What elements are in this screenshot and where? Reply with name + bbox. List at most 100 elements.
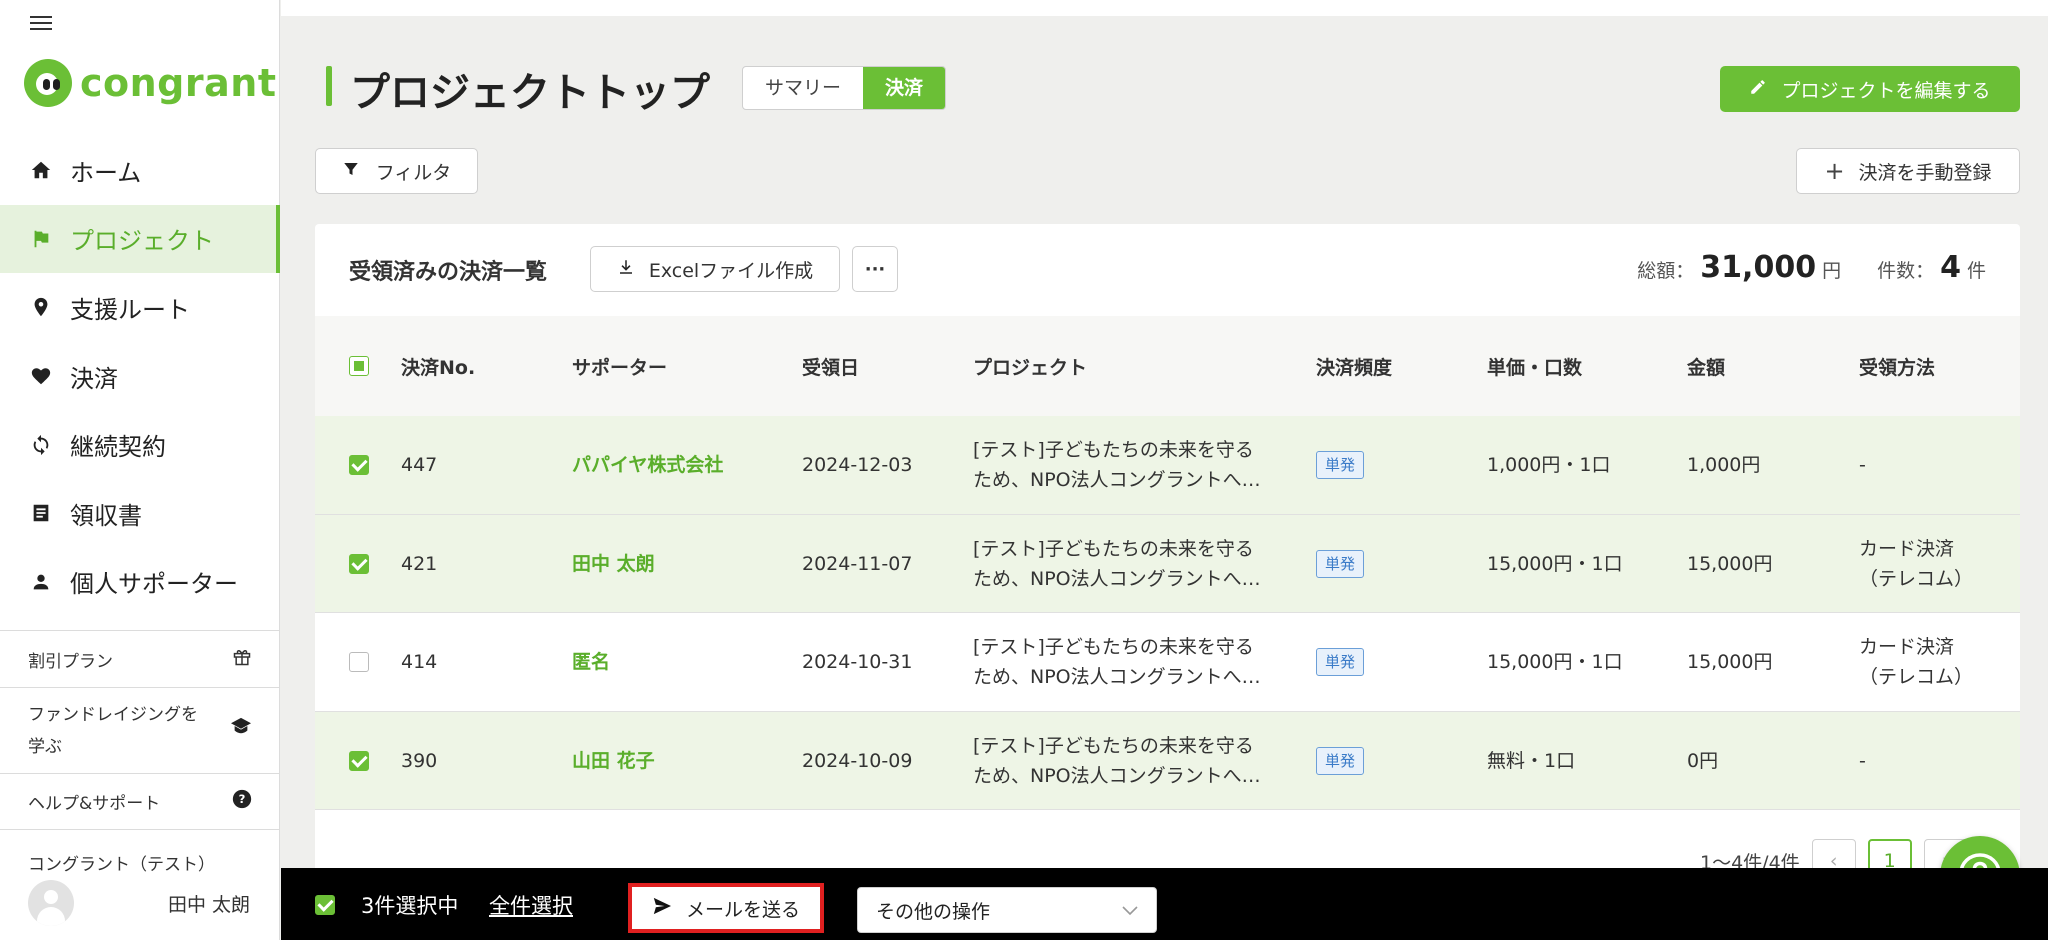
- person-icon: [30, 571, 52, 593]
- column-header-method[interactable]: 受領方法: [1859, 316, 1935, 416]
- column-header-supporter[interactable]: サポーター: [572, 316, 667, 416]
- payment-no: 447: [401, 454, 438, 477]
- select-all-checkbox[interactable]: [349, 356, 369, 376]
- count-value: 4: [1940, 250, 1961, 285]
- received-date: 2024-10-31: [802, 651, 913, 674]
- gift-box-icon: [232, 647, 252, 672]
- filter-label: フィルタ: [375, 161, 452, 184]
- frequency-badge: 単発: [1316, 746, 1365, 775]
- select-all-link[interactable]: 全件選択: [489, 890, 573, 920]
- bulk-select-checkbox[interactable]: [315, 895, 335, 915]
- sidebar-item-label: 領収書: [70, 501, 142, 530]
- excel-export-button[interactable]: Excelファイル作成: [590, 246, 840, 292]
- table-row[interactable]: 414 匿名 2024-10-31 [テスト]子どもたちの未来を守る ため、NPO…: [315, 613, 2020, 712]
- chevron-down-icon: [1122, 899, 1138, 921]
- heart-icon: [30, 365, 52, 387]
- view-tabs: サマリー 決済: [742, 66, 947, 110]
- row-checkbox[interactable]: [349, 750, 369, 771]
- supporter-link[interactable]: パパイヤ株式会社: [572, 416, 723, 515]
- table-row[interactable]: 447 パパイヤ株式会社 2024-12-03 [テスト]子どもたちの未来を守る…: [315, 416, 2020, 515]
- top-bar: [281, 0, 2048, 16]
- manual-register-label: 決済を手動登録: [1858, 161, 1992, 184]
- column-header-unit-price[interactable]: 単価・口数: [1487, 316, 1582, 416]
- sidebar-sub-label: ファンドレイジングを学ぶ: [28, 704, 198, 757]
- unit-price: 1,000円・1口: [1487, 454, 1611, 477]
- supporter-link[interactable]: 匿名: [572, 613, 610, 712]
- unit-price: 15,000円・1口: [1487, 651, 1623, 674]
- edit-project-button[interactable]: プロジェクトを編集する: [1720, 66, 2020, 112]
- column-header-project[interactable]: プロジェクト: [973, 316, 1087, 416]
- logo[interactable]: congrant: [24, 58, 277, 108]
- row-checkbox[interactable]: [349, 652, 369, 673]
- user-menu[interactable]: 田中 太朗: [28, 880, 250, 926]
- column-header-date[interactable]: 受領日: [802, 316, 859, 416]
- column-header-amount[interactable]: 金額: [1687, 316, 1725, 416]
- table-row[interactable]: 390 山田 花子 2024-10-09 [テスト]子どもたちの未来を守る ため、…: [315, 711, 2020, 811]
- organization-name: コングラント（テスト）: [28, 855, 215, 875]
- payments-panel: 受領済みの決済一覧 Excelファイル作成 ··· 総額： 31,000 円 件…: [315, 224, 2020, 883]
- menu-icon[interactable]: [30, 16, 52, 32]
- tab-payment[interactable]: 決済: [863, 67, 946, 109]
- sidebar-item-label: 個人サポーター: [70, 570, 238, 599]
- other-actions-select[interactable]: その他の操作: [857, 887, 1157, 933]
- project-name: [テスト]子どもたちの未来を守る ため、NPO法人コングラントへ…: [973, 537, 1261, 590]
- sidebar-item-project[interactable]: プロジェクト: [0, 204, 280, 274]
- count-label: 件数：: [1877, 260, 1935, 282]
- pencil-icon: [1749, 78, 1767, 101]
- download-icon: [617, 258, 635, 281]
- amount: 0円: [1687, 749, 1719, 772]
- home-icon: [30, 159, 52, 181]
- question-circle-icon: ?: [232, 789, 252, 814]
- excel-export-label: Excelファイル作成: [648, 259, 814, 282]
- supporter-link[interactable]: 田中 太朗: [572, 515, 655, 614]
- edit-project-label: プロジェクトを編集する: [1781, 79, 1991, 102]
- panel-title: 受領済みの決済一覧: [349, 260, 548, 285]
- count-unit: 件: [1966, 260, 1986, 282]
- frequency-badge: 単発: [1316, 549, 1365, 578]
- table-row[interactable]: 421 田中 太朗 2024-11-07 [テスト]子どもたちの未来を守る ため、…: [315, 514, 2020, 614]
- sidebar-item-learn-fundraising[interactable]: ファンドレイジングを学ぶ: [0, 687, 280, 773]
- sidebar-item-individual-supporter[interactable]: 個人サポーター: [0, 548, 280, 617]
- sidebar-item-home[interactable]: ホーム: [0, 136, 280, 205]
- column-header-no[interactable]: 決済No.: [401, 316, 475, 416]
- sidebar-nav: ホーム プロジェクト 支援ルート 決済 継続契約 領収書 個人サポーター: [0, 136, 280, 616]
- sidebar-item-help-support[interactable]: ヘルプ&サポート ?: [0, 773, 280, 830]
- amount: 15,000円: [1687, 552, 1773, 575]
- send-mail-button[interactable]: メールを送る: [628, 883, 824, 933]
- manual-register-button[interactable]: + 決済を手動登録: [1796, 148, 2020, 194]
- supporter-link[interactable]: 山田 花子: [572, 712, 655, 811]
- sidebar-sub-label: 割引プラン: [28, 651, 113, 672]
- more-options-button[interactable]: ···: [852, 246, 898, 292]
- tab-summary[interactable]: サマリー: [743, 67, 863, 109]
- table-header: 決済No. サポーター 受領日 プロジェクト 決済頻度 単価・口数 金額 受領方…: [315, 316, 2020, 416]
- sidebar-sub-nav: 割引プラン ファンドレイジングを学ぶ ヘルプ&サポート ?: [0, 630, 280, 830]
- selected-count: 3件選択中: [361, 894, 459, 918]
- sidebar-item-payment[interactable]: 決済: [0, 342, 280, 411]
- sidebar-sub-label: ヘルプ&サポート: [28, 794, 161, 814]
- column-header-frequency[interactable]: 決済頻度: [1316, 316, 1392, 416]
- unit-price: 15,000円・1口: [1487, 552, 1623, 575]
- map-pin-icon: [30, 296, 52, 318]
- flag-icon: [30, 228, 52, 250]
- funnel-icon: [342, 160, 360, 183]
- frequency-badge: 単発: [1316, 648, 1365, 677]
- sidebar-item-recurring[interactable]: 継続契約: [0, 410, 280, 479]
- filter-button[interactable]: フィルタ: [315, 148, 478, 194]
- project-name: [テスト]子どもたちの未来を守る ため、NPO法人コングラントへ…: [973, 636, 1261, 689]
- sidebar-item-discount-plan[interactable]: 割引プラン: [0, 630, 280, 687]
- row-checkbox[interactable]: [349, 553, 369, 574]
- totals-summary: 総額： 31,000 円 件数： 4 件: [1637, 250, 1986, 285]
- sidebar-item-support-route[interactable]: 支援ルート: [0, 273, 280, 342]
- project-name: [テスト]子どもたちの未来を守る ため、NPO法人コングラントへ…: [973, 734, 1261, 787]
- frequency-badge: 単発: [1316, 451, 1365, 480]
- receipt-icon: [30, 502, 52, 524]
- graduation-cap-icon: [230, 715, 252, 747]
- row-checkbox[interactable]: [349, 455, 369, 476]
- payment-no: 414: [401, 651, 438, 674]
- sidebar-item-label: 継続契約: [70, 433, 166, 462]
- send-mail-label: メールを送る: [685, 898, 800, 921]
- plus-icon: +: [1824, 157, 1845, 185]
- sidebar-item-receipt[interactable]: 領収書: [0, 479, 280, 548]
- logo-mark-icon: [24, 59, 72, 107]
- amount: 15,000円: [1687, 651, 1773, 674]
